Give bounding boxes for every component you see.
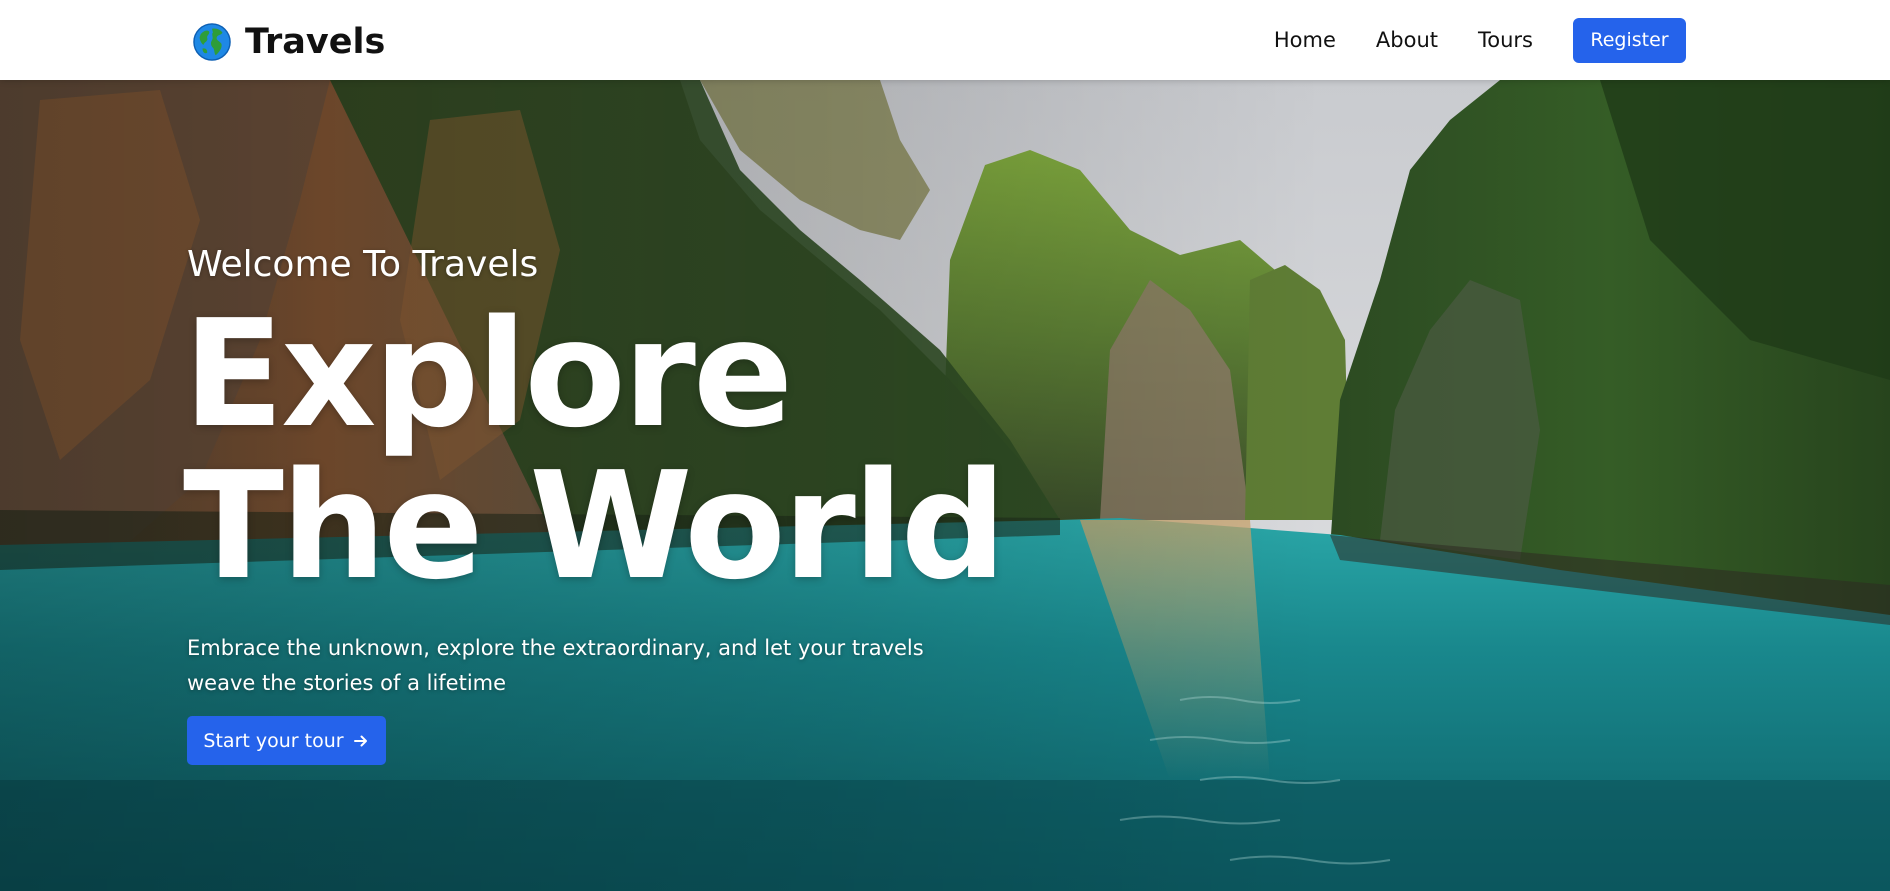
hero-subtitle-line-2: weave the stories of a lifetime xyxy=(187,671,507,695)
hero-title-line-2: The World xyxy=(183,440,1007,612)
register-button[interactable]: Register xyxy=(1573,17,1686,63)
start-tour-button[interactable]: Start your tour xyxy=(187,716,386,765)
brand[interactable]: Travels xyxy=(193,22,385,62)
start-tour-label: Start your tour xyxy=(203,729,344,752)
navbar: Travels Home About Tours Register xyxy=(0,0,1890,80)
nav-link-home[interactable]: Home xyxy=(1274,28,1336,52)
hero-subtitle: Embrace the unknown, explore the extraor… xyxy=(187,631,947,701)
nav-link-about[interactable]: About xyxy=(1376,28,1438,52)
nav-link-tours[interactable]: Tours xyxy=(1478,28,1533,52)
globe-icon xyxy=(193,23,231,61)
arrow-right-icon xyxy=(353,735,367,746)
hero-title-line-1: Explore xyxy=(183,288,793,460)
nav-links: Home About Tours Register xyxy=(1274,0,1686,80)
brand-name: Travels xyxy=(245,22,386,62)
hero-section: Welcome To Travels Explore The World Emb… xyxy=(0,80,1890,891)
hero-subtitle-line-1: Embrace the unknown, explore the extraor… xyxy=(187,636,924,660)
hero-welcome-text: Welcome To Travels xyxy=(187,244,539,285)
page: Travels Home About Tours Register Welcom… xyxy=(0,0,1890,891)
hero-title: Explore The World xyxy=(183,298,1007,602)
